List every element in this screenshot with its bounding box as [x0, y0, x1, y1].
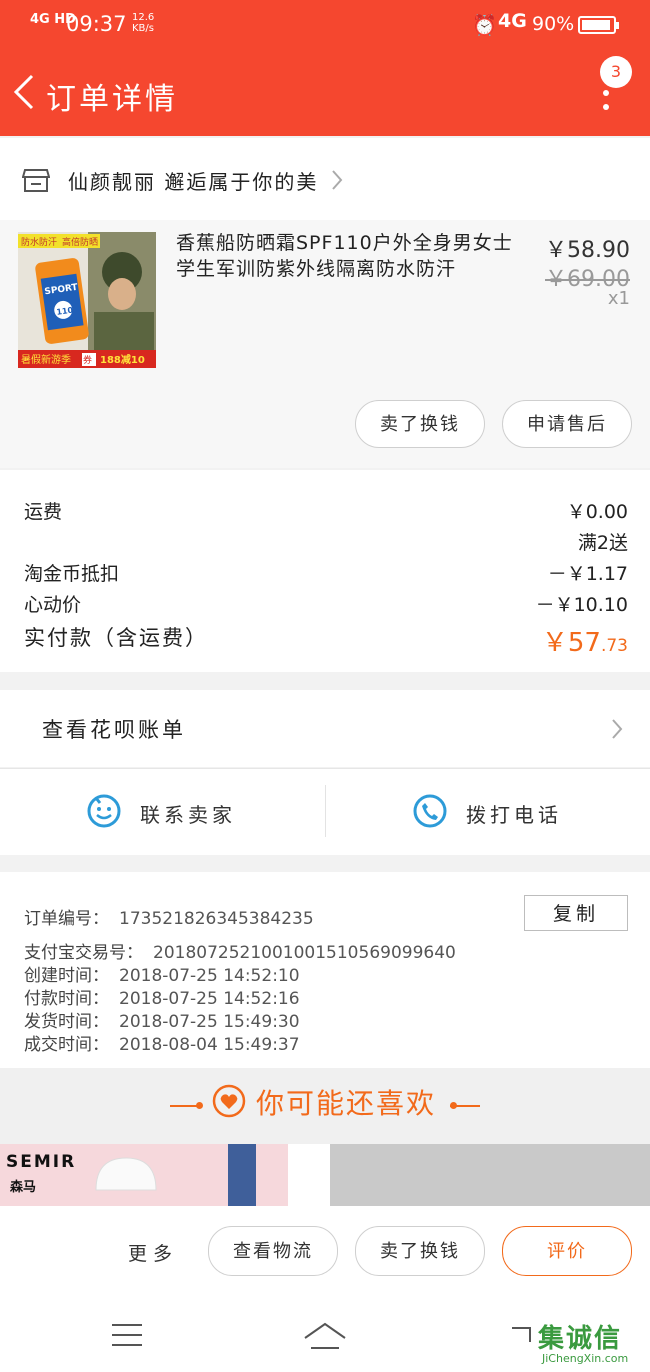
order-number-row: 订单编号： 1735218263453842​35 [24, 904, 314, 929]
alarm-icon: ⏰ [472, 13, 497, 37]
phone-icon [413, 794, 447, 828]
more-menu-icon[interactable] [596, 88, 616, 124]
watermark-text: 集诚信 [538, 1324, 623, 1354]
product-image[interactable]: 防水防汗 高倍防晒 SPORT 110 暑假新游季 券 188减10 [18, 232, 156, 368]
image-promo: 暑假新游季 [21, 353, 71, 366]
call-phone-button[interactable]: 拨打电话 [326, 769, 650, 855]
page-title: 订单详情 [46, 82, 178, 117]
chevron-right-icon [612, 719, 623, 739]
clock: 09:37 [66, 12, 127, 36]
evaluate-button[interactable]: 评价 [502, 1226, 632, 1276]
action-bar: 更多 查看物流 卖了换钱 评价 [0, 1206, 650, 1302]
image-coupon-text: 188减10 [100, 353, 145, 366]
cap-image [95, 1157, 157, 1191]
heart-price-row: 心动价 －￥10.10 [24, 590, 628, 617]
home-icon[interactable] [303, 1320, 347, 1352]
coin-value: －￥1.17 [547, 563, 628, 585]
paid-time: 2018-07-25 14:52:16 [119, 989, 300, 1009]
paid-label: 付款时间： [24, 989, 109, 1009]
created-time: 2018-07-25 14:52:10 [119, 966, 300, 986]
resell-button[interactable]: 卖了换钱 [355, 400, 485, 448]
shop-row[interactable]: 仙颜靓丽 邂逅属于你的美 [0, 138, 650, 220]
shop-icon [22, 169, 50, 192]
done-row: 成交时间： 2018-08-04 15:49:37 [24, 1030, 300, 1055]
order-number: 1735218263453842​35 [119, 909, 314, 929]
fees-section: 运费 ￥0.00 满2送 淘金币抵扣 －￥1.17 心动价 －￥10.10 实付… [0, 470, 650, 672]
total-row: 实付款（含运费） ￥57.73 [24, 622, 628, 658]
image-tag-right: 高倍防晒 [62, 236, 98, 248]
shop-name: 仙颜靓丽 邂逅属于你的美 [68, 170, 319, 194]
network-speed: 12.6 KB/s [132, 12, 155, 34]
network-type: 4G [498, 10, 527, 32]
heart-price-value: －￥10.10 [535, 594, 628, 616]
recommend-header: 你可能还喜欢 [0, 1068, 650, 1144]
order-number-label: 订单编号： [24, 909, 109, 929]
recommend-products: SEMIR 森马 [0, 1144, 650, 1206]
heart-icon [212, 1084, 246, 1118]
battery-icon [578, 16, 619, 34]
total-value: ￥57.73 [541, 628, 628, 658]
alipay-number: 2018072521001001510569099640 [153, 943, 456, 963]
copy-button[interactable]: 复制 [524, 895, 628, 931]
shipped-row: 发货时间： 2018-07-25 15:49:30 [24, 1007, 300, 1032]
shipped-label: 发货时间： [24, 1012, 109, 1032]
shipping-label: 运费 [24, 501, 63, 523]
notification-badge: 3 [600, 56, 632, 88]
product-quantity: x1 [607, 288, 630, 309]
done-label: 成交时间： [24, 1035, 109, 1055]
image-coupon: 券 [83, 354, 92, 366]
shipping-value: ￥0.00 [566, 501, 628, 523]
product-price: ￥58.90 [545, 238, 630, 263]
heart-price-label: 心动价 [24, 594, 82, 616]
chat-smile-icon [87, 794, 121, 828]
total-label: 实付款（含运费） [24, 626, 208, 650]
product-title[interactable]: 香蕉船防晒霜SPF110户外全身男女士学生军训防紫外线隔离防水防汗 [176, 230, 532, 282]
back-icon[interactable] [506, 1320, 536, 1350]
product-brand: SEMIR [6, 1152, 77, 1172]
order-info: 订单编号： 1735218263453842​35 复制 支付宝交易号： 20180… [0, 872, 650, 1068]
goods-item: 防水防汗 高倍防晒 SPORT 110 暑假新游季 券 188减10 香蕉船防晒… [0, 220, 650, 468]
product-card[interactable]: SEMIR 森马 [0, 1144, 288, 1206]
view-logistics-button[interactable]: 查看物流 [208, 1226, 338, 1276]
jeans-image [228, 1144, 256, 1206]
more-button[interactable]: 更多 [128, 1239, 178, 1266]
contact-seller-label: 联系卖家 [140, 803, 236, 827]
menu-icon[interactable] [112, 1324, 142, 1348]
coin-row: 淘金币抵扣 －￥1.17 [24, 559, 628, 586]
contact-seller-button[interactable]: 联系卖家 [0, 769, 325, 855]
shipped-time: 2018-07-25 15:49:30 [119, 1012, 300, 1032]
back-arrow-icon[interactable] [10, 72, 40, 112]
watermark: 集诚信 JiChengXin.com [534, 1318, 650, 1372]
chevron-right-icon [332, 170, 343, 190]
coin-label: 淘金币抵扣 [24, 563, 120, 585]
status-bar: 4G HD 09:37 12.6 KB/s ⏰ 4G 90% [0, 0, 650, 52]
done-time: 2018-08-04 15:49:37 [119, 1035, 300, 1055]
contact-bar: 联系卖家 拨打电话 [0, 768, 650, 855]
call-phone-label: 拨打电话 [466, 803, 562, 827]
watermark-url: JiChengXin.com [542, 1352, 629, 1365]
paid-row: 付款时间： 2018-07-25 14:52:16 [24, 984, 300, 1009]
nav-bar: 订单详情 3 [0, 52, 650, 136]
after-sale-button[interactable]: 申请售后 [502, 400, 632, 448]
huabei-bill-label: 查看花呗账单 [42, 718, 186, 742]
image-tag-left: 防水防汗 [21, 236, 57, 248]
alipay-label: 支付宝交易号： [24, 943, 143, 963]
huabei-bill-row[interactable]: 查看花呗账单 [0, 690, 650, 767]
created-row: 创建时间： 2018-07-25 14:52:10 [24, 961, 300, 986]
shipping-row: 运费 ￥0.00 [24, 497, 628, 524]
resell-button[interactable]: 卖了换钱 [355, 1226, 485, 1276]
product-card[interactable] [330, 1144, 650, 1206]
created-label: 创建时间： [24, 966, 109, 986]
battery-level: 90% [532, 13, 575, 35]
recommend-label: 你可能还喜欢 [256, 1087, 437, 1120]
alipay-row: 支付宝交易号： 2018072521001001510569099640 [24, 938, 456, 963]
shipping-note: 满2送 [577, 532, 628, 554]
product-brand-cn: 森马 [10, 1180, 37, 1195]
